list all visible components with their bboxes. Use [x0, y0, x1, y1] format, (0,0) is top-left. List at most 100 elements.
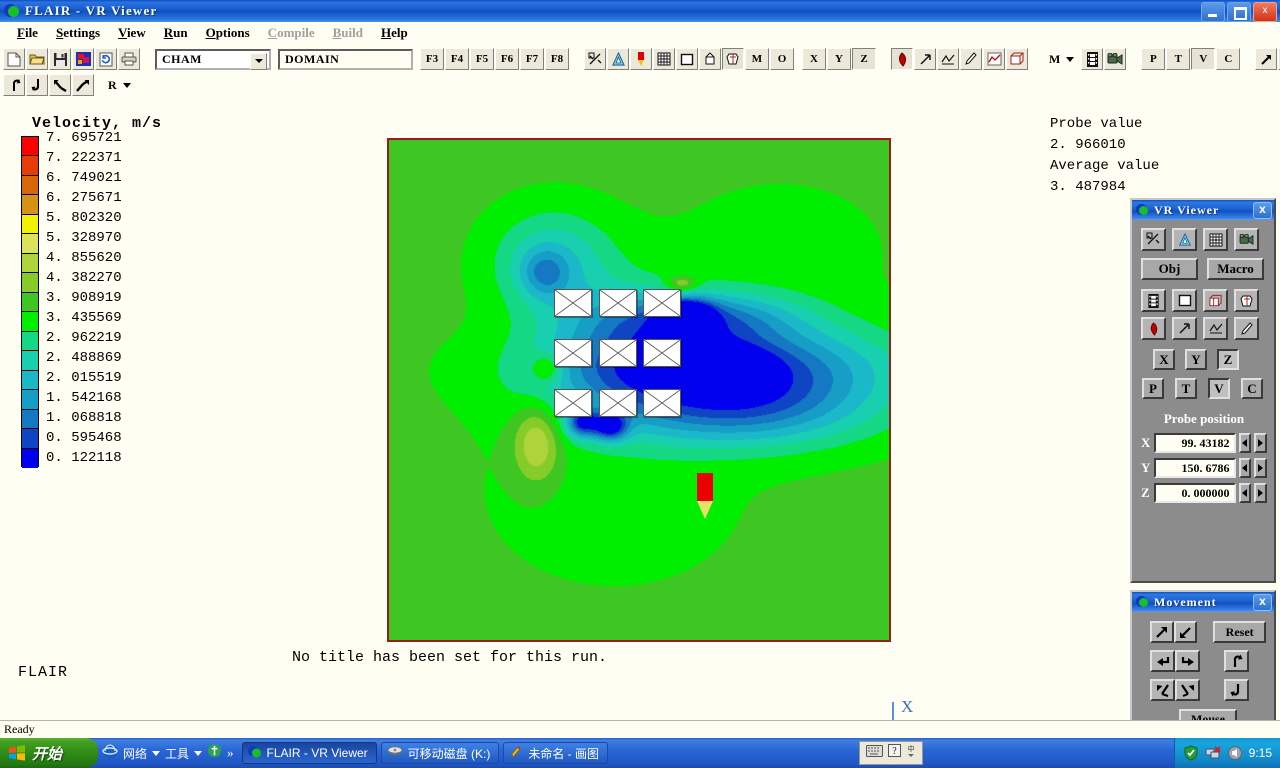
- probe-marker[interactable]: [697, 473, 713, 519]
- move-right-icon[interactable]: [1175, 650, 1200, 672]
- move-down-icon[interactable]: [1150, 679, 1175, 701]
- domain-textbox[interactable]: DOMAIN: [278, 49, 413, 70]
- viewer-canvas[interactable]: Velocity, m/s 7. 6957217. 2223716. 74902…: [0, 98, 1280, 720]
- refresh-icon[interactable]: [95, 48, 117, 70]
- obstacle-box[interactable]: [643, 289, 681, 317]
- vr-axis-x-button[interactable]: X: [1153, 349, 1175, 370]
- cut-plane-icon[interactable]: [1141, 228, 1166, 251]
- fkey-f6-button[interactable]: F6: [495, 48, 519, 70]
- probe-y-decrement-button[interactable]: [1239, 458, 1252, 478]
- contour-icon[interactable]: [1172, 228, 1197, 251]
- maximize-button[interactable]: [1227, 2, 1251, 22]
- obstacle-box[interactable]: [643, 339, 681, 367]
- vr-viewer-dialog[interactable]: VR Viewer x Obj Macro: [1130, 198, 1276, 583]
- fkey-f4-button[interactable]: F4: [445, 48, 469, 70]
- wire-icon[interactable]: [937, 48, 959, 70]
- ie-icon[interactable]: [102, 743, 118, 764]
- cut-plane-icon[interactable]: [584, 48, 606, 70]
- probe-x-increment-button[interactable]: [1254, 433, 1267, 453]
- move-up-right-icon[interactable]: [1150, 621, 1174, 643]
- fkey-f7-button[interactable]: F7: [520, 48, 544, 70]
- surface-icon[interactable]: [722, 48, 744, 70]
- lang-icon[interactable]: 中: [906, 743, 916, 764]
- print-icon[interactable]: [118, 48, 140, 70]
- vr-var-p-button[interactable]: P: [1142, 378, 1164, 399]
- keyboard-icon[interactable]: [866, 744, 883, 762]
- taskbar-item-paint[interactable]: 未命名 - 画图: [503, 742, 608, 764]
- arrow-icon[interactable]: [1172, 317, 1197, 340]
- outline-icon[interactable]: [676, 48, 698, 70]
- axis-y-button[interactable]: Y: [827, 48, 851, 70]
- vector-icon[interactable]: [630, 48, 652, 70]
- movement-dialog[interactable]: Movement x Reset: [1130, 590, 1276, 738]
- movement-titlebar[interactable]: Movement x: [1132, 592, 1274, 612]
- streamline-icon[interactable]: [1141, 317, 1166, 340]
- rotate-cw-icon[interactable]: [49, 74, 71, 96]
- chevron-down-icon[interactable]: [1066, 57, 1074, 62]
- quicklaunch-tools-label[interactable]: 工具: [165, 745, 189, 762]
- move-up-icon[interactable]: [1175, 679, 1200, 701]
- chevron-down-icon[interactable]: [194, 751, 202, 756]
- window-title-bar[interactable]: FLAIR - VR Viewer x: [0, 0, 1280, 22]
- quicklaunch-overflow-chevron[interactable]: »: [227, 745, 234, 761]
- probe-z-field[interactable]: 0. 000000: [1154, 483, 1236, 503]
- iso-icon[interactable]: [699, 48, 721, 70]
- probe-z-increment-button[interactable]: [1254, 483, 1267, 503]
- probe-x-field[interactable]: 99. 43182: [1154, 433, 1236, 453]
- obstacle-box[interactable]: [599, 389, 637, 417]
- vr-var-c-button[interactable]: C: [1241, 378, 1263, 399]
- menu-options[interactable]: Options: [197, 23, 259, 43]
- film-icon[interactable]: [1141, 289, 1166, 312]
- clock[interactable]: 9:15: [1249, 746, 1272, 760]
- grid-icon[interactable]: [653, 48, 675, 70]
- surface-icon[interactable]: [1234, 289, 1259, 312]
- m-button[interactable]: M: [745, 48, 769, 70]
- grid-icon[interactable]: [1203, 228, 1228, 251]
- probe-icon[interactable]: [1234, 317, 1259, 340]
- vr-viewer-close-button[interactable]: x: [1253, 202, 1272, 219]
- probe-y-increment-button[interactable]: [1254, 458, 1267, 478]
- shield-icon[interactable]: [1183, 745, 1199, 761]
- taskbar-item-disk[interactable]: 可移动磁盘 (K:): [381, 742, 500, 764]
- macro-button[interactable]: Macro: [1207, 258, 1264, 280]
- graph-icon[interactable]: [983, 48, 1005, 70]
- rotate-up-icon[interactable]: [3, 74, 25, 96]
- tools-icon[interactable]: [207, 743, 222, 763]
- open-icon[interactable]: [26, 48, 48, 70]
- mode-combo[interactable]: M: [1043, 49, 1074, 70]
- movement-close-button[interactable]: x: [1253, 594, 1272, 611]
- contour-icon[interactable]: [607, 48, 629, 70]
- var-c-button[interactable]: C: [1216, 48, 1240, 70]
- vr-viewer-titlebar[interactable]: VR Viewer x: [1132, 200, 1274, 220]
- reset-button[interactable]: Reset: [1213, 621, 1266, 643]
- nav-up-right-icon[interactable]: [1255, 48, 1277, 70]
- obstacle-box[interactable]: [599, 339, 637, 367]
- language-tray[interactable]: ? 中: [859, 741, 923, 765]
- vr-axis-y-button[interactable]: Y: [1185, 349, 1207, 370]
- quicklaunch-network-label[interactable]: 网络: [123, 745, 147, 762]
- save-icon[interactable]: [49, 48, 71, 70]
- axis-z-button[interactable]: Z: [852, 48, 876, 70]
- rotate-ccw-icon[interactable]: [72, 74, 94, 96]
- camera-icon[interactable]: [1234, 228, 1259, 251]
- start-button[interactable]: 开始: [0, 738, 98, 768]
- iso-box-icon[interactable]: [1203, 289, 1228, 312]
- var-t-button[interactable]: T: [1166, 48, 1190, 70]
- rotate-ccw-icon[interactable]: [1224, 679, 1249, 701]
- move-down-left-icon[interactable]: [1174, 621, 1198, 643]
- probe-y-field[interactable]: 150. 6786: [1154, 458, 1236, 478]
- new-icon[interactable]: [3, 48, 25, 70]
- var-p-button[interactable]: P: [1141, 48, 1165, 70]
- rotate-up-icon[interactable]: [1224, 650, 1249, 672]
- axis-x-button[interactable]: X: [802, 48, 826, 70]
- chevron-down-icon[interactable]: [123, 83, 131, 88]
- chevron-down-icon[interactable]: [152, 751, 160, 756]
- film-icon[interactable]: [1081, 48, 1103, 70]
- menu-file[interactable]: File: [8, 23, 47, 43]
- obstacle-box[interactable]: [554, 339, 592, 367]
- probe-z-decrement-button[interactable]: [1239, 483, 1252, 503]
- probe-x-decrement-button[interactable]: [1239, 433, 1252, 453]
- fkey-f5-button[interactable]: F5: [470, 48, 494, 70]
- fkey-f8-button[interactable]: F8: [545, 48, 569, 70]
- obstacle-box[interactable]: [554, 389, 592, 417]
